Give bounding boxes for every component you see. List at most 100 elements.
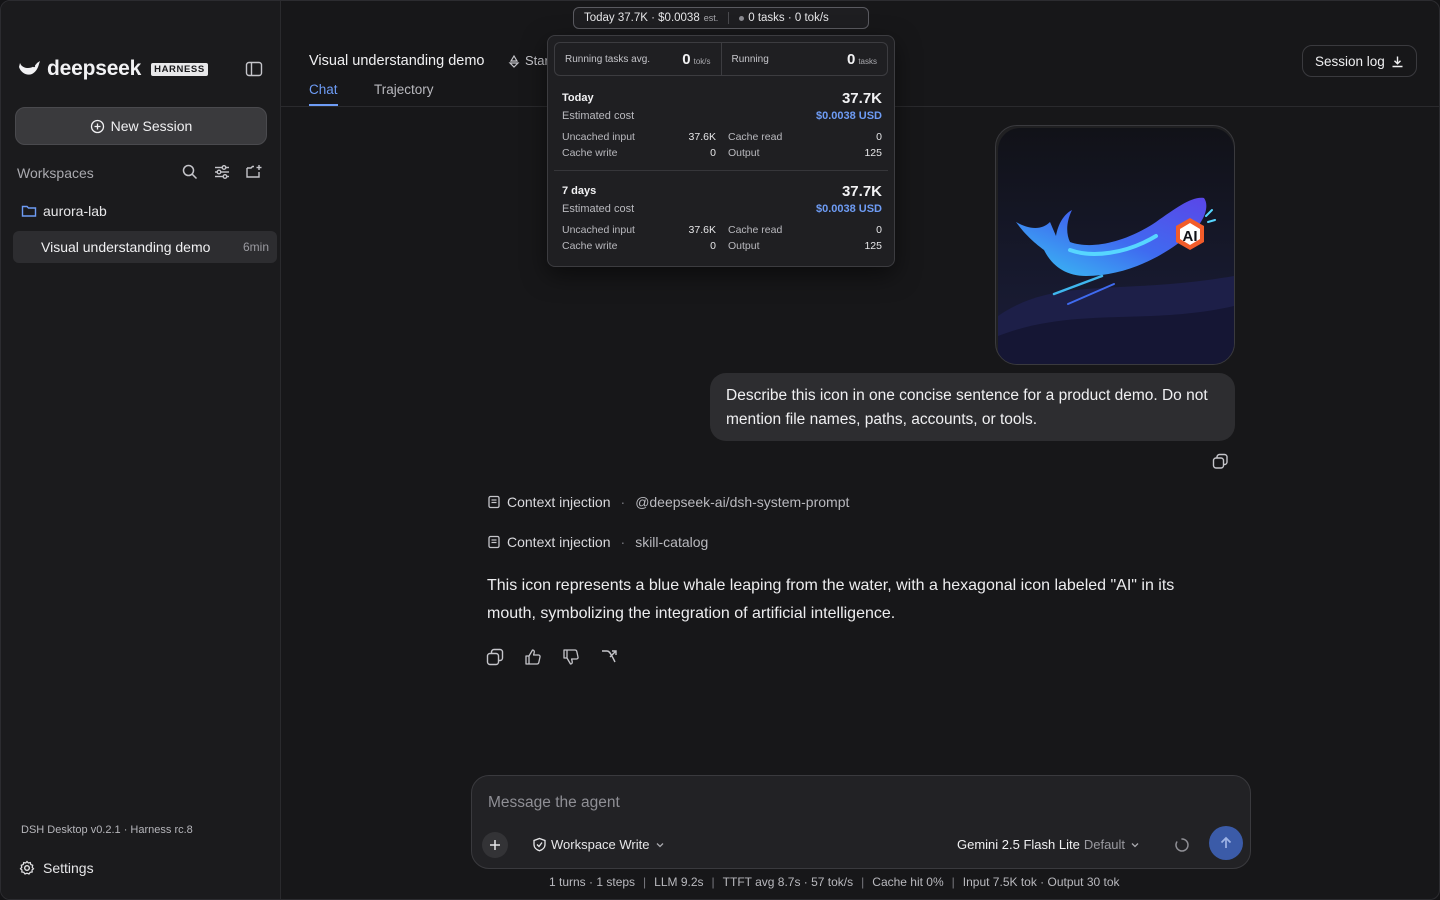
- search-icon[interactable]: [181, 163, 199, 181]
- brand-name: deepseek: [47, 57, 142, 80]
- model-selector[interactable]: Gemini 2.5 Flash Lite Default: [957, 837, 1141, 852]
- loading-spinner-icon: [1174, 837, 1190, 853]
- permission-selector[interactable]: Workspace Write: [532, 837, 666, 852]
- model-name: Gemini 2.5 Flash Lite: [957, 837, 1080, 852]
- block-est-label: Estimated cost: [562, 110, 635, 122]
- session-log-button[interactable]: Session log: [1302, 45, 1417, 77]
- workspace-item[interactable]: aurora-lab: [21, 203, 107, 219]
- running-value: 0: [846, 50, 856, 68]
- block-breakdown: Uncached input 37.6K Cache read 0 Cache …: [562, 131, 882, 159]
- usage-est-tag: est.: [703, 13, 719, 23]
- whale-ai-icon: AI: [998, 128, 1234, 364]
- settings-label: Settings: [43, 860, 94, 876]
- context-value: skill-catalog: [635, 534, 709, 550]
- workspace-name: aurora-lab: [43, 203, 107, 219]
- star-button[interactable]: Star: [507, 53, 549, 68]
- running-avg-unit: tok/s: [693, 56, 711, 66]
- assistant-message: This icon represents a blue whale leapin…: [487, 577, 1175, 622]
- session-title: Visual understanding demo: [41, 239, 211, 255]
- usage-tasks: 0 tasks · 0 tok/s: [748, 12, 829, 24]
- cache-read-value: 0: [876, 224, 882, 236]
- output-label: Output: [728, 147, 760, 159]
- attached-image[interactable]: AI: [995, 125, 1235, 365]
- separator-dot: ·: [620, 494, 626, 510]
- uncached-input-value: 37.6K: [688, 224, 716, 236]
- block-cost: $0.0038 USD: [815, 110, 882, 122]
- model-default-tag: Default: [1083, 837, 1126, 852]
- block-title: Today: [562, 92, 594, 104]
- cache-read-label: Cache read: [728, 224, 783, 236]
- workspace-actions: [181, 163, 263, 181]
- thumbs-down-icon[interactable]: [562, 648, 580, 666]
- tab-trajectory[interactable]: Trajectory: [374, 82, 434, 97]
- block-tokens: 37.7K: [841, 183, 882, 200]
- send-button[interactable]: [1209, 826, 1243, 860]
- document-icon: [488, 535, 500, 549]
- context-label: Context injection: [507, 494, 611, 510]
- brand-logo: deepseek HARNESS: [17, 57, 208, 81]
- io-stat: Input 7.5K tok · Output 30 tok: [962, 875, 1120, 889]
- filter-sliders-icon[interactable]: [213, 163, 231, 181]
- new-folder-icon[interactable]: [245, 163, 263, 181]
- attach-button[interactable]: [482, 832, 508, 858]
- document-icon: [488, 495, 500, 509]
- plus-circle-icon: [90, 119, 104, 133]
- whale-logo-icon: [19, 61, 40, 75]
- settings-button[interactable]: Settings: [19, 860, 94, 876]
- uncached-input-label: Uncached input: [562, 224, 635, 236]
- running-avg-cell: Running tasks avg. 0 tok/s: [555, 43, 721, 75]
- context-label: Context injection: [507, 534, 611, 550]
- star-label: Star: [525, 53, 549, 68]
- context-value: @deepseek-ai/dsh-system-prompt: [635, 494, 850, 510]
- running-avg-label: Running tasks avg.: [565, 53, 651, 65]
- running-unit: tasks: [858, 56, 877, 66]
- usage-footer: 1 turns · 1 steps | LLM 9.2s | TTFT avg 8.7s…: [549, 875, 1120, 889]
- context-injection-row[interactable]: Context injection · skill-catalog: [487, 534, 708, 550]
- message-actions: [486, 648, 618, 666]
- new-session-label: New Session: [110, 118, 193, 134]
- thumbs-up-icon[interactable]: [524, 648, 542, 666]
- output-value: 125: [864, 147, 882, 159]
- app-window: deepseek HARNESS New Session Workspaces …: [0, 0, 1440, 900]
- usage-pill[interactable]: Today 37.7K · $0.0038 est. 0 tasks · 0 t…: [573, 7, 869, 29]
- permission-label: Workspace Write: [551, 837, 650, 852]
- message-input[interactable]: [488, 794, 1188, 812]
- session-item[interactable]: Visual understanding demo 6min: [13, 231, 277, 263]
- page-title: Visual understanding demo: [309, 53, 485, 69]
- running-avg-value: 0: [682, 50, 691, 68]
- running-summary: Running tasks avg. 0 tok/s Running 0 tasks: [554, 42, 888, 76]
- arrow-up-icon: [1220, 836, 1232, 848]
- workspaces-heading: Workspaces: [17, 165, 94, 181]
- separator-dot: ·: [620, 534, 626, 550]
- shield-edit-icon: [533, 837, 546, 852]
- sidebar-toggle-icon[interactable]: [245, 60, 263, 78]
- session-age: 6min: [242, 240, 269, 254]
- recycle-icon: [508, 54, 520, 68]
- branch-icon[interactable]: [600, 648, 618, 666]
- turns-stat: 1 turns · 1 steps: [549, 875, 636, 889]
- cache-write-value: 0: [710, 147, 716, 159]
- block-est-label: Estimated cost: [562, 203, 635, 215]
- cache-write-label: Cache write: [562, 147, 618, 159]
- chevron-down-icon: [656, 842, 663, 847]
- sidebar: deepseek HARNESS New Session Workspaces …: [1, 1, 281, 899]
- cache-write-label: Cache write: [562, 240, 618, 252]
- image-badge-text: AI: [1183, 228, 1198, 245]
- copy-icon[interactable]: [1212, 453, 1229, 470]
- llm-stat: LLM 9.2s: [654, 875, 704, 889]
- ttft-stat: TTFT avg 8.7s · 57 tok/s: [722, 875, 854, 889]
- plus-icon: [490, 840, 500, 850]
- cache-stat: Cache hit 0%: [872, 875, 944, 889]
- brand-badge: HARNESS: [151, 62, 208, 76]
- divider: [554, 170, 888, 171]
- context-injection-row[interactable]: Context injection · @deepseek-ai/dsh-sys…: [487, 494, 849, 510]
- running-label: Running: [731, 53, 769, 65]
- new-session-button[interactable]: New Session: [15, 107, 267, 145]
- copy-icon[interactable]: [486, 648, 504, 666]
- app-version: DSH Desktop v0.2.1 · Harness rc.8: [21, 824, 193, 836]
- usage-today: Today 37.7K · $0.0038: [584, 12, 700, 24]
- composer: Workspace Write Gemini 2.5 Flash Lite De…: [471, 775, 1251, 869]
- block-breakdown: Uncached input 37.6K Cache read 0 Cache …: [562, 224, 882, 252]
- chevron-down-icon: [1131, 842, 1139, 847]
- tab-chat[interactable]: Chat: [309, 82, 338, 106]
